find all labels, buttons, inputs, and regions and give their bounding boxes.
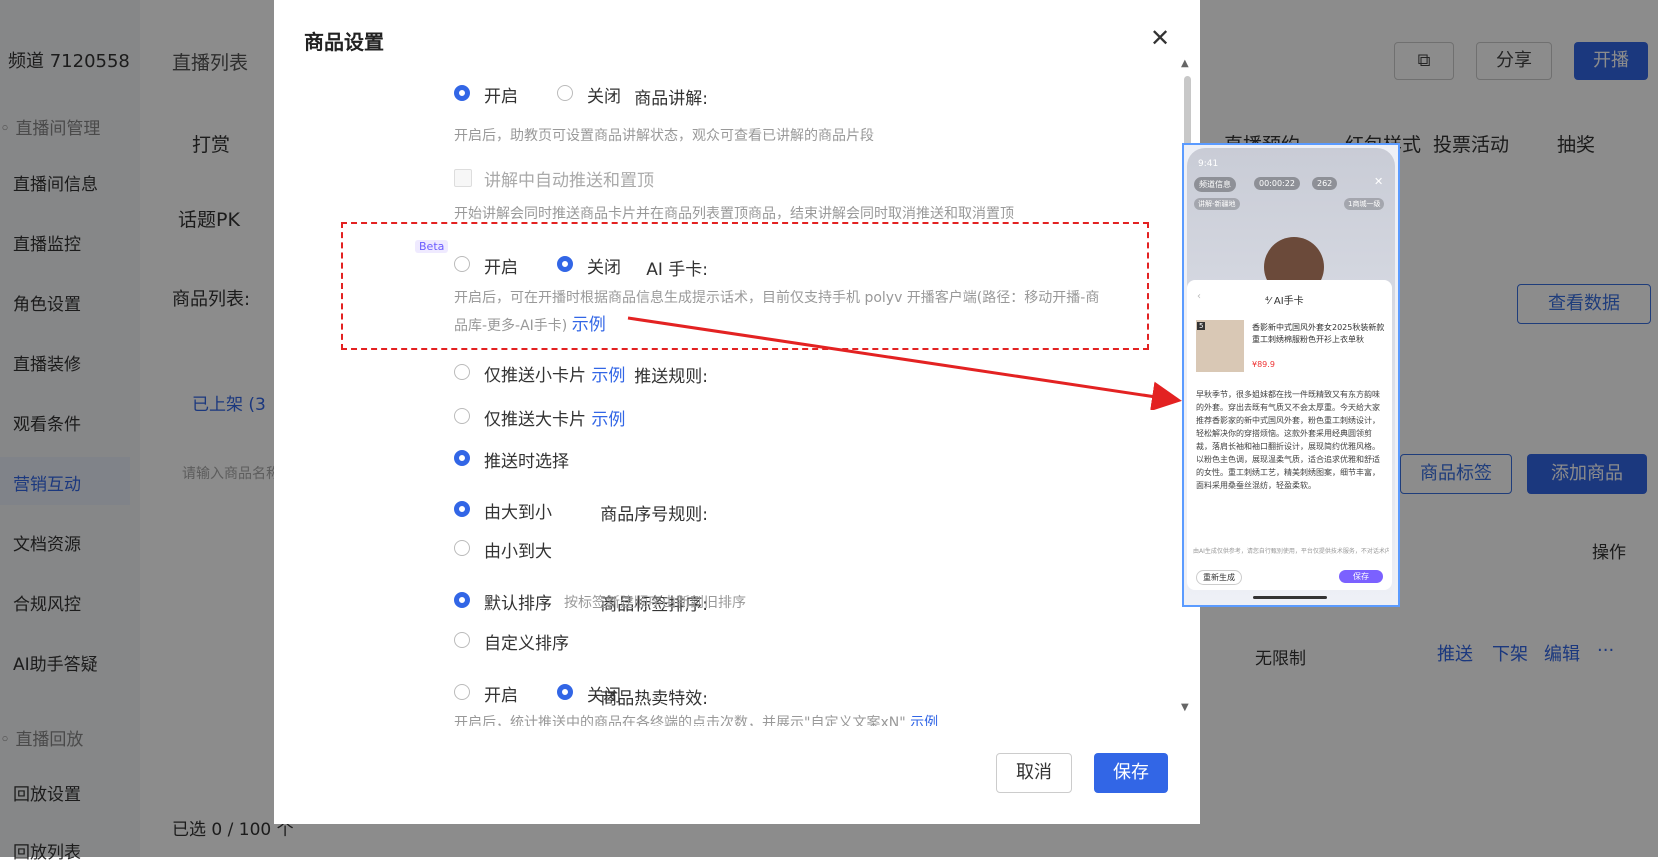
phone-save-button[interactable]: 保存 — [1339, 570, 1383, 583]
ai-disclaimer: 由AI生成仅供参考，请您自行甄别使用，平台仅提供技术服务，不对话术内容的任何保证… — [1193, 548, 1389, 555]
hot-hint-clip: 开启后，统计推送中的商品在各终端的点击次数，并展示"自定义文案xN" 示例 — [454, 712, 1174, 726]
order-rule-label: 商品序号规则: — [600, 505, 708, 525]
phone-timer: 00:00:22 — [1254, 177, 1300, 190]
auto-push-label[interactable]: 讲解中自动推送和置顶 — [484, 166, 654, 191]
phone-tag-1: 讲解-新疆地 — [1194, 198, 1240, 210]
tag-custom-radio[interactable] — [454, 632, 470, 648]
explain-on-label[interactable]: 开启 — [484, 82, 518, 107]
tag-default-label[interactable]: 默认排序 — [484, 589, 552, 614]
goods-settings-modal: 商品设置 ✕ 商品讲解: 开启 关闭 开启后，助教页可设置商品讲解状态，观众可查… — [274, 0, 1200, 824]
hot-example-link[interactable]: 示例 — [910, 715, 938, 726]
auto-push-hint: 开始讲解会同时推送商品卡片并在商品列表置顶商品，结束讲解会同时取消推送和取消置顶 — [454, 206, 1014, 222]
push-small-radio[interactable] — [454, 364, 470, 380]
auto-push-checkbox[interactable] — [454, 169, 472, 187]
tag-default-radio[interactable] — [454, 592, 470, 608]
push-big-text: 仅推送大卡片 — [484, 410, 586, 430]
home-indicator — [1253, 596, 1327, 599]
order-desc-radio[interactable] — [454, 501, 470, 517]
hot-off-radio[interactable] — [557, 684, 573, 700]
phone-viewers: 262 — [1312, 177, 1338, 190]
scroll-up-icon[interactable]: ▲ — [1181, 58, 1189, 69]
regenerate-button[interactable]: 重新生成 — [1196, 570, 1242, 585]
hot-on-label[interactable]: 开启 — [484, 681, 518, 706]
phone-tag-2: 1商城一级 — [1344, 198, 1385, 210]
product-no: 5 — [1197, 322, 1206, 330]
tag-default-hint: 按标签新建顺序由新到旧排序 — [564, 595, 746, 611]
hot-hint-text: 开启后，统计推送中的商品在各终端的点击次数，并展示"自定义文案xN" — [454, 715, 906, 726]
explain-on-radio[interactable] — [454, 85, 470, 101]
scroll-down-icon[interactable]: ▼ — [1181, 702, 1189, 713]
push-big-radio[interactable] — [454, 408, 470, 424]
annotation-arrow — [627, 316, 1182, 410]
order-desc-label[interactable]: 由大到小 — [484, 498, 552, 523]
hot-off-label[interactable]: 关闭 — [587, 681, 621, 706]
explain-label: 商品讲解: — [634, 89, 708, 109]
hot-hint: 开启后，统计推送中的商品在各终端的点击次数，并展示"自定义文案xN" 示例 — [454, 712, 938, 726]
hot-on-radio[interactable] — [454, 684, 470, 700]
push-big-label[interactable]: 仅推送大卡片 示例 — [484, 405, 625, 430]
panel-title: ⁴⁄ AI手卡 — [1265, 296, 1304, 307]
phone-close-icon: ✕ — [1374, 175, 1384, 188]
push-big-example-link[interactable]: 示例 — [591, 410, 625, 430]
modal-title: 商品设置 — [304, 30, 384, 54]
save-button[interactable]: 保存 — [1094, 753, 1168, 793]
ai-script-clip: 早秋季节，很多姐妹都在找一件既精致又有东方韵味的外套。穿出去既有气质又不会太厚重… — [1190, 382, 1390, 542]
explain-hint: 开启后，助教页可设置商品讲解状态，观众可查看已讲解的商品片段 — [454, 128, 874, 144]
panel-back-icon: ‹ — [1197, 291, 1201, 302]
order-asc-label[interactable]: 由小到大 — [484, 537, 552, 562]
phone-time: 9:41 — [1198, 159, 1219, 169]
explain-off-radio[interactable] — [557, 85, 573, 101]
push-choose-label[interactable]: 推送时选择 — [484, 447, 569, 472]
panel-title-text: AI手卡 — [1273, 296, 1304, 307]
push-small-text: 仅推送小卡片 — [484, 366, 586, 386]
push-choose-radio[interactable] — [454, 450, 470, 466]
tag-custom-label[interactable]: 自定义排序 — [484, 629, 569, 654]
push-small-label[interactable]: 仅推送小卡片 示例 — [484, 361, 625, 386]
product-name-2: 重工刺绣棉服粉色开衫上衣单秋 — [1252, 335, 1364, 344]
ai-script-body: 早秋季节，很多姐妹都在找一件既精致又有东方韵味的外套。穿出去既有气质又不会太厚重… — [1196, 390, 1380, 490]
close-icon[interactable]: ✕ — [1146, 24, 1174, 52]
explain-off-label[interactable]: 关闭 — [587, 82, 621, 107]
phone-room-chip: 频道信息 — [1194, 177, 1236, 192]
product-price: ¥89.9 — [1252, 360, 1275, 369]
order-asc-radio[interactable] — [454, 540, 470, 556]
cancel-button[interactable]: 取消 — [996, 753, 1072, 793]
product-name-1: 香影新中式国风外套女2025秋装新款 — [1252, 323, 1385, 332]
